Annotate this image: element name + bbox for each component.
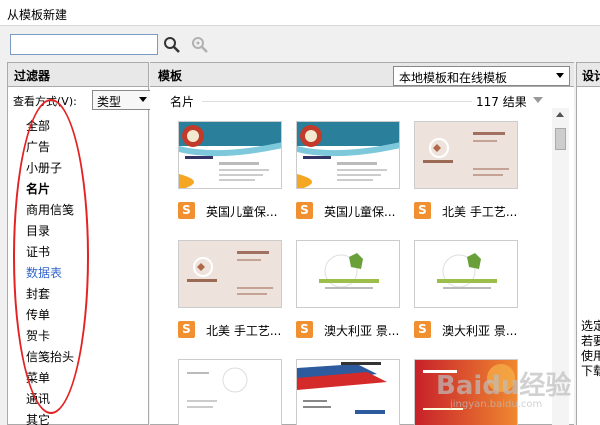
vertical-scrollbar[interactable] — [552, 108, 569, 425]
filter-item[interactable]: 信笺抬头 — [26, 347, 148, 368]
view-by-row: 查看方式(V): 类型 — [8, 87, 152, 113]
view-by-value: 类型 — [97, 95, 122, 109]
filter-item[interactable]: 目录 — [26, 221, 148, 242]
template-thumbnail[interactable] — [178, 240, 282, 308]
scroll-up-icon[interactable] — [556, 112, 564, 117]
template-name: 北美 手工艺... — [442, 205, 518, 219]
wps-template-icon: S — [296, 321, 313, 338]
template-caption[interactable]: S 英国儿童保... — [178, 201, 290, 221]
filter-item[interactable]: 其它 — [26, 410, 148, 425]
template-panel: 模板 本地模板和在线模板 名片 117 结果 S 英国儿童保... S 英国儿童保..… — [150, 62, 574, 425]
scrollbar-thumb[interactable] — [555, 128, 566, 150]
template-caption[interactable]: S 英国儿童保... — [296, 201, 408, 221]
wps-template-icon: S — [178, 321, 195, 338]
chevron-down-icon — [139, 97, 147, 102]
search-online-icon[interactable] — [190, 35, 210, 55]
search-input[interactable] — [10, 34, 158, 55]
template-caption[interactable]: S 澳大利亚 景... — [414, 320, 526, 340]
filter-item[interactable]: 传单 — [26, 305, 148, 326]
detail-text: 选定若要使用下载 — [581, 319, 600, 379]
chevron-down-icon — [556, 73, 564, 78]
template-thumbnail[interactable] — [414, 121, 518, 189]
window-title: 从模板新建 — [0, 0, 600, 26]
search-icon[interactable] — [162, 35, 182, 55]
filter-panel-header: 过滤器 — [8, 63, 148, 87]
filter-item[interactable]: 贺卡 — [26, 326, 148, 347]
template-name: 英国儿童保... — [206, 205, 278, 219]
template-thumbnail[interactable] — [414, 359, 518, 425]
group-divider — [202, 101, 472, 102]
detail-line: 使用 — [581, 349, 600, 363]
template-group-header[interactable]: 名片 117 结果 — [150, 88, 550, 112]
filter-item[interactable]: 菜单 — [26, 368, 148, 389]
detail-panel-header: 设计 — [577, 63, 600, 87]
wps-template-icon: S — [414, 202, 431, 219]
template-thumbnail[interactable] — [178, 359, 282, 425]
search-bar — [0, 26, 600, 62]
group-result-count: 117 结果 — [476, 95, 527, 109]
template-thumbnail[interactable] — [414, 240, 518, 308]
template-name: 澳大利亚 景... — [442, 324, 518, 338]
view-by-select[interactable]: 类型 — [92, 90, 152, 110]
filter-panel: 过滤器 查看方式(V): 类型 全部 广告 小册子 名片 商用信笺 目录 证书 数据表 封套 传单… — [7, 62, 152, 425]
group-name: 名片 — [170, 95, 195, 109]
detail-line: 若要 — [581, 334, 600, 348]
detail-line: 下载 — [581, 364, 600, 378]
template-name: 澳大利亚 景... — [324, 324, 400, 338]
template-caption[interactable]: S 北美 手工艺... — [178, 320, 290, 340]
view-by-label: 查看方式(V): — [13, 95, 77, 108]
template-name: 北美 手工艺... — [206, 324, 282, 338]
template-source-value: 本地模板和在线模板 — [399, 71, 508, 85]
template-caption[interactable]: S 澳大利亚 景... — [296, 320, 408, 340]
filter-item[interactable]: 通讯 — [26, 389, 148, 410]
filter-item[interactable]: 封套 — [26, 284, 148, 305]
template-thumbnail[interactable] — [296, 240, 400, 308]
template-name: 英国儿童保... — [324, 205, 396, 219]
template-source-select[interactable]: 本地模板和在线模板 — [393, 66, 570, 86]
template-thumbnail[interactable] — [178, 121, 282, 189]
template-thumbnail[interactable] — [296, 359, 400, 425]
filter-item[interactable]: 名片 — [26, 179, 148, 200]
wps-template-icon: S — [414, 321, 431, 338]
detail-line: 选定 — [581, 319, 600, 333]
collapse-icon[interactable] — [533, 97, 543, 103]
template-caption[interactable]: S 北美 手工艺... — [414, 201, 526, 221]
template-thumbnail[interactable] — [296, 121, 400, 189]
filter-item[interactable]: 广告 — [26, 137, 148, 158]
filter-item[interactable]: 商用信笺 — [26, 200, 148, 221]
filter-item[interactable]: 小册子 — [26, 158, 148, 179]
wps-template-icon: S — [296, 202, 313, 219]
filter-item[interactable]: 数据表 — [26, 263, 148, 284]
filter-item[interactable]: 全部 — [26, 116, 148, 137]
filter-category-list: 全部 广告 小册子 名片 商用信笺 目录 证书 数据表 封套 传单 贺卡 信笺抬头 菜单 通讯 其它 — [8, 113, 148, 425]
wps-template-icon: S — [178, 202, 195, 219]
filter-item[interactable]: 证书 — [26, 242, 148, 263]
detail-panel: 设计 选定若要使用下载 — [576, 62, 600, 425]
